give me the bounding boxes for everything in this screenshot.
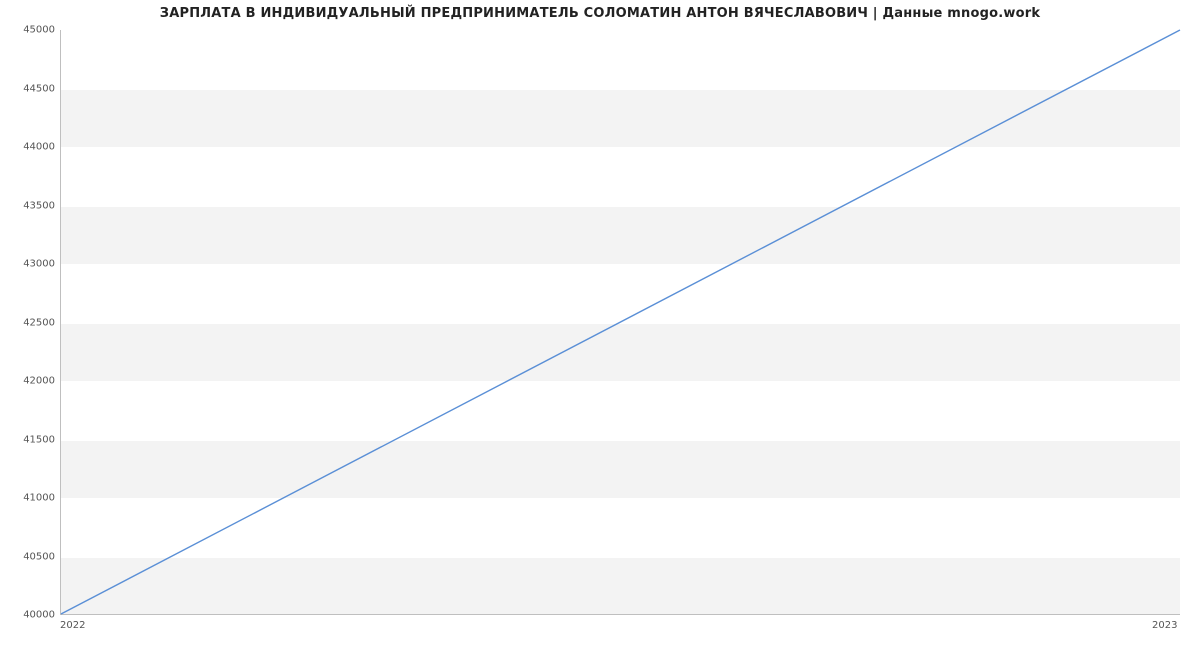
plot-area <box>60 30 1180 615</box>
chart-title: ЗАРПЛАТА В ИНДИВИДУАЛЬНЫЙ ПРЕДПРИНИМАТЕЛ… <box>0 6 1200 21</box>
y-tick-label: 43500 <box>0 200 55 211</box>
line-series <box>61 30 1180 614</box>
x-tick-label: 2023 <box>1152 620 1177 631</box>
y-tick-label: 40000 <box>0 610 55 621</box>
y-tick-label: 41500 <box>0 434 55 445</box>
y-tick-label: 43000 <box>0 259 55 270</box>
y-tick-label: 41000 <box>0 493 55 504</box>
y-tick-label: 42000 <box>0 376 55 387</box>
x-tick-label: 2022 <box>60 620 85 631</box>
chart-container: ЗАРПЛАТА В ИНДИВИДУАЛЬНЫЙ ПРЕДПРИНИМАТЕЛ… <box>0 0 1200 650</box>
y-tick-label: 40500 <box>0 551 55 562</box>
y-tick-label: 44000 <box>0 142 55 153</box>
y-tick-label: 42500 <box>0 317 55 328</box>
y-gridline <box>61 615 1180 616</box>
y-tick-label: 44500 <box>0 83 55 94</box>
y-tick-label: 45000 <box>0 25 55 36</box>
